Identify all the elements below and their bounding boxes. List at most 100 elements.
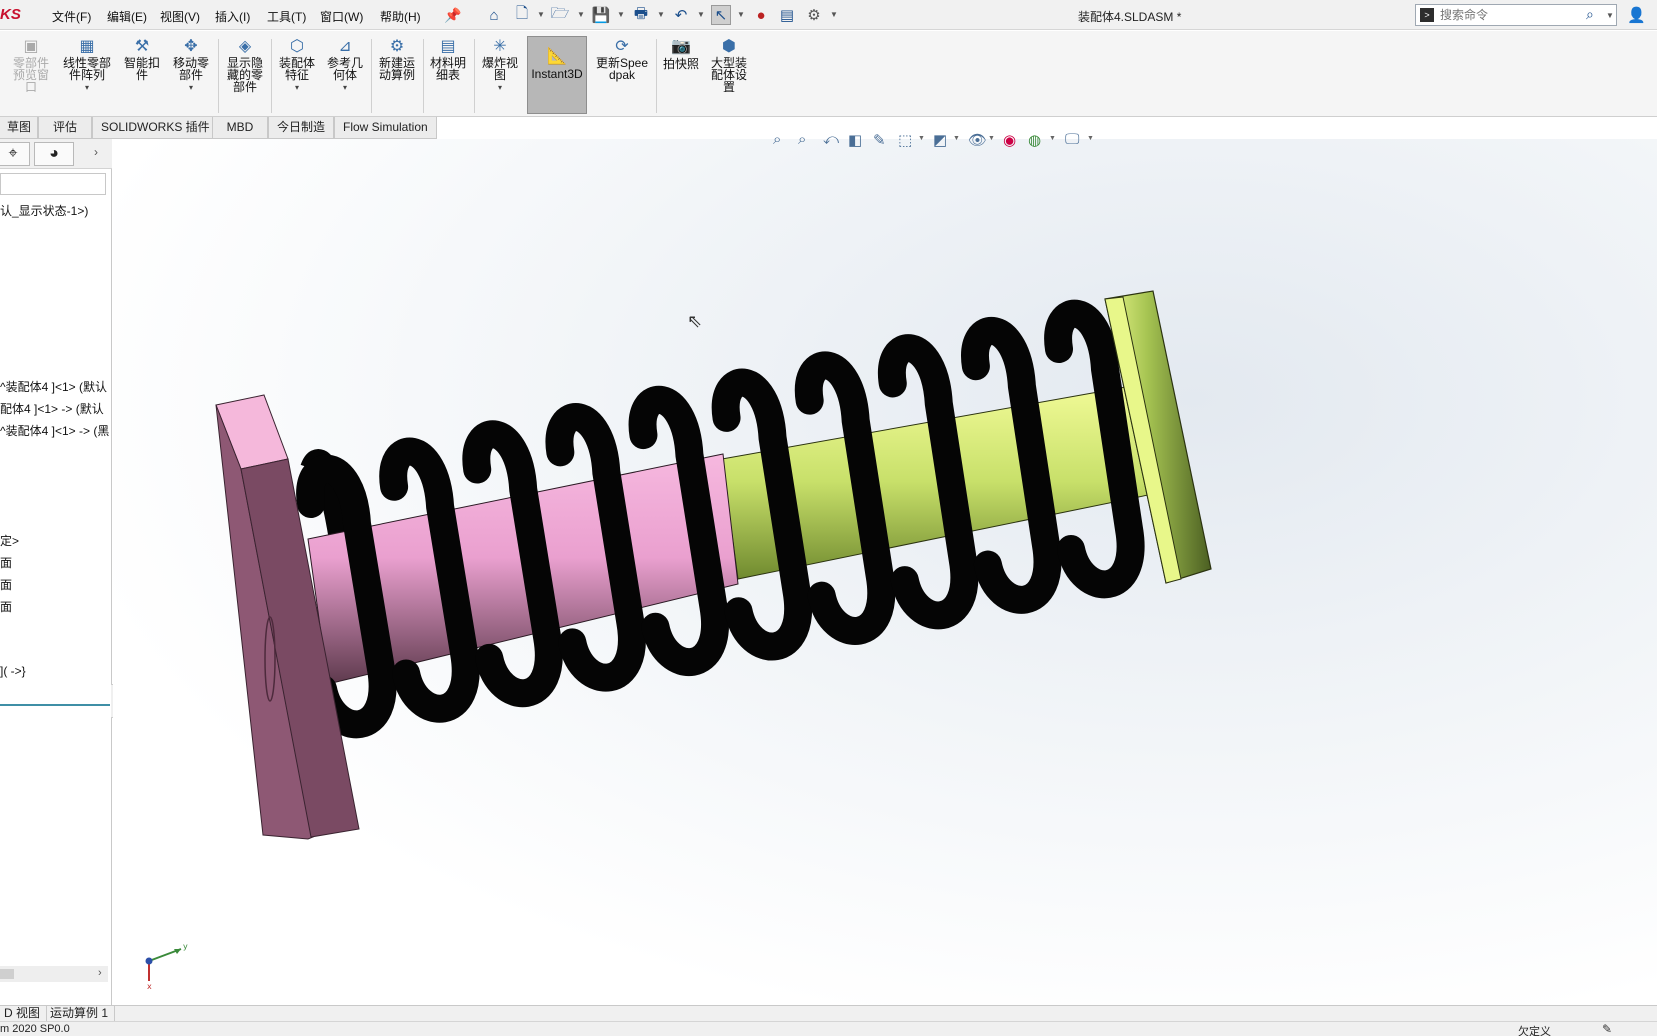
assembly-features-caret-icon[interactable]: ▾ xyxy=(274,83,320,92)
tab-flow-simulation[interactable]: Flow Simulation xyxy=(334,117,437,139)
save-caret-icon[interactable]: ▼ xyxy=(617,10,625,19)
new-file-icon[interactable]: 🗋 xyxy=(512,5,532,25)
tree-plane-3[interactable]: 面 xyxy=(0,598,12,615)
menu-help[interactable]: 帮助(H) xyxy=(380,8,421,25)
menu-file[interactable]: 文件(F) xyxy=(52,8,91,25)
motion-study-icon: ⚙ xyxy=(389,38,405,55)
open-caret-icon[interactable]: ▼ xyxy=(577,10,585,19)
configuration-manager-icon[interactable]: ⌖ xyxy=(0,142,30,166)
exploded-view-button[interactable]: ✳ 爆炸视图 ▾ xyxy=(477,37,523,113)
smart-fasteners-button[interactable]: ⚒ 智能扣件 xyxy=(120,37,164,113)
undo-caret-icon[interactable]: ▼ xyxy=(697,10,705,19)
svg-text:y: y xyxy=(183,942,188,951)
reference-geometry-icon: ⊿ xyxy=(338,38,352,55)
chevron-right-icon[interactable]: › xyxy=(94,145,98,159)
show-hidden-components-button[interactable]: ◈ 显示隐藏的零部件 xyxy=(222,37,268,113)
options-gear-icon[interactable]: ⚙ xyxy=(804,5,824,25)
new-motion-study-label: 新建运动算例 xyxy=(378,56,415,82)
spring-assembly-model[interactable] xyxy=(113,139,1657,1005)
menu-edit[interactable]: 编辑(E) xyxy=(107,8,147,25)
search-box[interactable]: > ⌕ ▼ xyxy=(1415,4,1617,26)
feature-manager-pane: ⌖ ◕ › 认_显示状态-1>) ^装配体4 ]<1> (默认 配体4 ]<1>… xyxy=(0,139,121,1005)
home-icon[interactable]: ⌂ xyxy=(484,5,504,25)
menu-window[interactable]: 窗口(W) xyxy=(320,8,363,25)
smart-fastener-icon: ⚒ xyxy=(134,38,150,55)
tree-mates[interactable]: ]( ->} xyxy=(0,664,26,678)
scroll-right-icon[interactable]: › xyxy=(98,967,102,979)
open-folder-icon[interactable]: 🗁 xyxy=(550,5,570,25)
options-caret-icon[interactable]: ▼ xyxy=(830,10,838,19)
menu-tools[interactable]: 工具(T) xyxy=(267,8,306,25)
select-arrow-icon[interactable]: ↖ xyxy=(711,5,731,25)
tree-component-3[interactable]: ^装配体4 ]<1> -> (黑 xyxy=(0,422,109,439)
graphics-viewport[interactable]: ⌕ ⌕ ⤺ ◧ ✎ ⬚ ▼ ◩ ▼ 👁 ▼ ◉ ◍ ▼ 🖵 ▼ ⇖ y x xyxy=(113,131,1657,1005)
menu-insert[interactable]: 插入(I) xyxy=(215,8,250,25)
large-assembly-settings-button[interactable]: ⬢ 大型装配体设置 xyxy=(706,37,752,113)
new-motion-study-button[interactable]: ⚙ 新建运动算例 xyxy=(374,37,420,113)
linear-pattern-caret-icon[interactable]: ▾ xyxy=(58,83,116,92)
exploded-view-caret-icon[interactable]: ▾ xyxy=(477,83,523,92)
search-icon[interactable]: ⌕ xyxy=(1586,6,1594,23)
move-component-icon: ✥ xyxy=(184,38,198,55)
user-icon[interactable]: 👤 xyxy=(1627,6,1646,24)
tab-3d-view[interactable]: D 视图 xyxy=(0,1006,48,1022)
tab-sketch[interactable]: 草图 xyxy=(0,117,38,139)
svg-text:x: x xyxy=(147,982,152,989)
print-caret-icon[interactable]: ▼ xyxy=(657,10,665,19)
tree-plane-2[interactable]: 面 xyxy=(0,576,12,593)
tree-component-1[interactable]: ^装配体4 ]<1> (默认 xyxy=(0,378,107,395)
pane-divider xyxy=(0,704,110,706)
edit-icon[interactable]: ✎ xyxy=(1602,1022,1612,1036)
move-component-button[interactable]: ✥ 移动零部件 ▾ xyxy=(168,37,214,113)
tree-component-2[interactable]: 配体4 ]<1> -> (默认 xyxy=(0,400,104,417)
reference-geometry-label: 参考几何体 xyxy=(326,56,363,82)
component-preview-window-label: 零部件预览窗口 xyxy=(12,56,49,94)
tree-plane-1[interactable]: 面 xyxy=(0,554,12,571)
tab-evaluate[interactable]: 评估 xyxy=(38,117,92,139)
tree-filter-input[interactable] xyxy=(0,173,106,195)
new-file-caret-icon[interactable]: ▼ xyxy=(537,10,545,19)
tree-display-state[interactable]: 认_显示状态-1>) xyxy=(0,202,88,219)
move-component-caret-icon[interactable]: ▾ xyxy=(168,83,214,92)
instant3d-icon: 📐 xyxy=(547,48,567,65)
tab-manufacturing-today[interactable]: 今日制造 xyxy=(268,117,335,139)
component-preview-window-button[interactable]: ▣ 零部件预览窗口 xyxy=(8,37,54,113)
file-properties-icon[interactable]: ▤ xyxy=(777,5,797,25)
bill-of-materials-button[interactable]: ▤ 材料明细表 xyxy=(426,37,470,113)
ribbon-separator xyxy=(371,39,372,113)
snapshot-button[interactable]: 📷 拍快照 xyxy=(659,37,703,113)
display-manager-icon[interactable]: ◕ xyxy=(34,142,74,166)
linear-component-pattern-button[interactable]: ▦ 线性零部件阵列 ▾ xyxy=(58,37,116,113)
search-input[interactable] xyxy=(1440,6,1580,24)
undo-icon[interactable]: ↶ xyxy=(671,5,691,25)
tab-mbd[interactable]: MBD xyxy=(212,117,268,139)
pane-horizontal-scrollbar[interactable]: › xyxy=(0,966,108,982)
reference-geometry-caret-icon[interactable]: ▾ xyxy=(322,83,368,92)
menu-view[interactable]: 视图(V) xyxy=(160,8,200,25)
document-title: 装配体4.SLDASM * xyxy=(1078,10,1182,24)
linear-component-pattern-label: 线性零部件阵列 xyxy=(62,56,111,82)
tree-mate-label[interactable]: 定> xyxy=(0,532,19,549)
command-prompt-icon: > xyxy=(1420,8,1434,22)
traffic-light-icon[interactable]: ● xyxy=(751,5,771,25)
speedpak-icon: ⟳ xyxy=(615,38,629,55)
ribbon-separator xyxy=(271,39,272,113)
menu-bar: KS 文件(F) 编辑(E) 视图(V) 插入(I) 工具(T) 窗口(W) 帮… xyxy=(0,0,1657,30)
save-icon[interactable]: 💾 xyxy=(591,5,611,25)
print-icon[interactable]: 🖶 xyxy=(631,5,651,25)
update-speedpak-button[interactable]: ⟳ 更新Speedpak xyxy=(591,37,653,113)
reference-geometry-button[interactable]: ⊿ 参考几何体 ▾ xyxy=(322,37,368,113)
search-caret-icon[interactable]: ▼ xyxy=(1606,11,1614,20)
move-component-label: 移动零部件 xyxy=(172,56,209,82)
instant3d-button[interactable]: 📐 Instant3D xyxy=(527,36,587,114)
assembly-features-button[interactable]: ⬡ 装配体特征 ▾ xyxy=(274,37,320,113)
assembly-features-label: 装配体特征 xyxy=(278,56,315,82)
scrollbar-thumb[interactable] xyxy=(0,969,14,979)
show-hidden-components-label: 显示隐藏的零部件 xyxy=(226,56,263,94)
pin-icon[interactable]: 📌 xyxy=(444,7,461,24)
tab-motion-study-1[interactable]: 运动算例 1 xyxy=(44,1006,116,1022)
large-assembly-settings-label: 大型装配体设置 xyxy=(710,56,747,94)
tab-solidworks-addins[interactable]: SOLIDWORKS 插件 xyxy=(92,117,219,139)
bom-table-icon: ▤ xyxy=(440,38,456,55)
select-caret-icon[interactable]: ▼ xyxy=(737,10,745,19)
